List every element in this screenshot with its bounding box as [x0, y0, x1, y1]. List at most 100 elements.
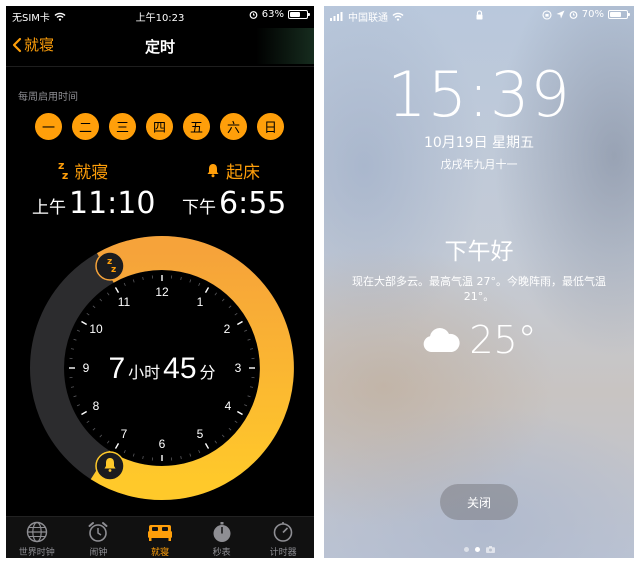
dial-tick-minor [198, 450, 201, 454]
battery-percent: 70% [581, 9, 604, 20]
bedtime-value[interactable]: 上午 11:10 [32, 186, 155, 221]
wake-handle[interactable] [95, 451, 125, 481]
dial-number-7: 7 [121, 427, 128, 441]
dial-tick-minor [73, 338, 77, 341]
lock-time: 15:39 [387, 58, 571, 131]
tab-stopwatch[interactable]: 秒表 [191, 517, 253, 558]
dial-tick-minor [189, 279, 192, 283]
dial-tick-minor [247, 395, 251, 398]
tab-world-clock[interactable]: 世界时钟 [6, 517, 68, 558]
dial-tick-minor [249, 386, 254, 388]
page-indicator[interactable] [324, 546, 634, 553]
tab-label: 世界时钟 [18, 548, 55, 558]
dial-tick-minor [132, 453, 135, 457]
clock-app-screen: 无SIM卡 上午10:23 63% 就寝 定时 每周启用时间 一 二 三 四 五… [6, 6, 314, 558]
day-toggle-wed[interactable]: 三 [109, 113, 136, 140]
tab-bedtime[interactable]: 就寝 [129, 517, 191, 558]
wake-value[interactable]: 下午 6:55 [182, 186, 286, 221]
dial-tick-minor [228, 427, 232, 431]
dial-tick-major [114, 442, 120, 449]
dial-tick-minor [221, 434, 225, 438]
divider [6, 66, 314, 67]
wake-label-text: 起床 [226, 163, 260, 183]
dial-tick-minor [73, 395, 77, 398]
day-toggle-tue[interactable]: 二 [72, 113, 99, 140]
duration-hours-unit: 小时 [128, 364, 160, 382]
dial-number-2: 2 [224, 322, 231, 336]
bell-icon [207, 164, 219, 178]
tab-alarm[interactable]: 闹钟 [68, 517, 130, 558]
dial-tick-minor [214, 292, 217, 296]
dial-tick-minor [142, 455, 144, 460]
dial-tick-minor [99, 434, 103, 438]
dial-tick-major [114, 287, 120, 294]
timer-icon [273, 522, 293, 542]
day-toggle-sat[interactable]: 六 [220, 113, 247, 140]
cloud-icon [423, 328, 460, 352]
weekday-selector: 一 二 三 四 五 六 日 [35, 113, 284, 140]
dial-number-1: 1 [197, 295, 204, 309]
wifi-icon [392, 12, 404, 21]
dial-tick-minor [123, 450, 126, 454]
wake-ampm: 下午 [182, 198, 216, 218]
dial-number-5: 5 [197, 427, 204, 441]
dial-tick-minor [92, 305, 96, 309]
tab-label: 秒表 [212, 548, 231, 558]
dial-tick-major [81, 410, 88, 416]
weekly-schedule-label: 每周启用时间 [18, 92, 78, 103]
duration-hours: 7 [108, 352, 125, 385]
signal-icon [330, 12, 343, 21]
dial-tick-minor [107, 292, 110, 296]
dial-tick-minor [244, 329, 248, 332]
lock-screen: 中国联通 70% 15:39 10月19日 星期五 戊戌年九月十一 下午好 现在… [324, 6, 634, 558]
stopwatch-icon [213, 522, 231, 542]
dial-tick-minor [86, 420, 90, 423]
sleep-dial[interactable]: 12 1 2 3 4 5 6 7 8 9 10 11 7 小时 45 分 z z [6, 226, 314, 516]
dial-tick-minor [142, 276, 144, 281]
dial-number-6: 6 [159, 437, 166, 451]
dial-tick-minor [70, 348, 75, 350]
lock-icon [476, 10, 483, 20]
duration-minutes: 45 [163, 352, 196, 385]
dial-tick-minor [221, 298, 225, 302]
sleep-zz-icon: z z [58, 158, 69, 182]
dial-tick-minor [76, 329, 80, 332]
dial-ticks [69, 275, 255, 461]
battery-icon [288, 10, 310, 19]
day-toggle-sun[interactable]: 日 [257, 113, 284, 140]
dial-tick-minor [76, 404, 80, 407]
tab-label: 就寝 [150, 548, 169, 558]
dial-tick-minor [189, 453, 192, 457]
dial-tick-minor [228, 305, 232, 309]
sleep-zz-handle-icon-2: z [111, 265, 116, 275]
dial-tick-minor [123, 282, 126, 286]
dial-tick-minor [107, 440, 110, 444]
duration-minutes-unit: 分 [200, 364, 216, 382]
day-toggle-mon[interactable]: 一 [35, 113, 62, 140]
dial-tick-minor [70, 386, 75, 388]
dial-tick-minor [247, 338, 251, 341]
carrier-label: 中国联通 [348, 13, 388, 24]
bedtime-label-text: 就寝 [74, 163, 109, 183]
dial-tick-minor [234, 420, 238, 423]
tab-label: 闹钟 [89, 548, 108, 558]
dial-tick-minor [99, 298, 103, 302]
day-toggle-thu[interactable]: 四 [146, 113, 173, 140]
day-toggle-fri[interactable]: 五 [183, 113, 210, 140]
bedtime-ampm: 上午 [32, 198, 66, 218]
temperature: 25° [469, 318, 537, 362]
dial-tick-minor [86, 313, 90, 316]
dial-tick-minor [180, 276, 182, 281]
page-dot-active [474, 547, 480, 552]
dial-tick-major [81, 320, 88, 326]
dial-number-10: 10 [89, 322, 103, 336]
dismiss-button[interactable]: 关闭 [440, 484, 518, 520]
bedtime-handle[interactable]: z z [95, 251, 125, 281]
dial-tick-major [204, 442, 210, 449]
page-dot [463, 547, 469, 552]
battery-icon [608, 10, 630, 19]
dial-tick-minor [234, 313, 238, 316]
nav-bar: 就寝 定时 [6, 28, 314, 64]
tab-timer[interactable]: 计时器 [252, 517, 314, 558]
greeting: 下午好 [444, 239, 514, 265]
